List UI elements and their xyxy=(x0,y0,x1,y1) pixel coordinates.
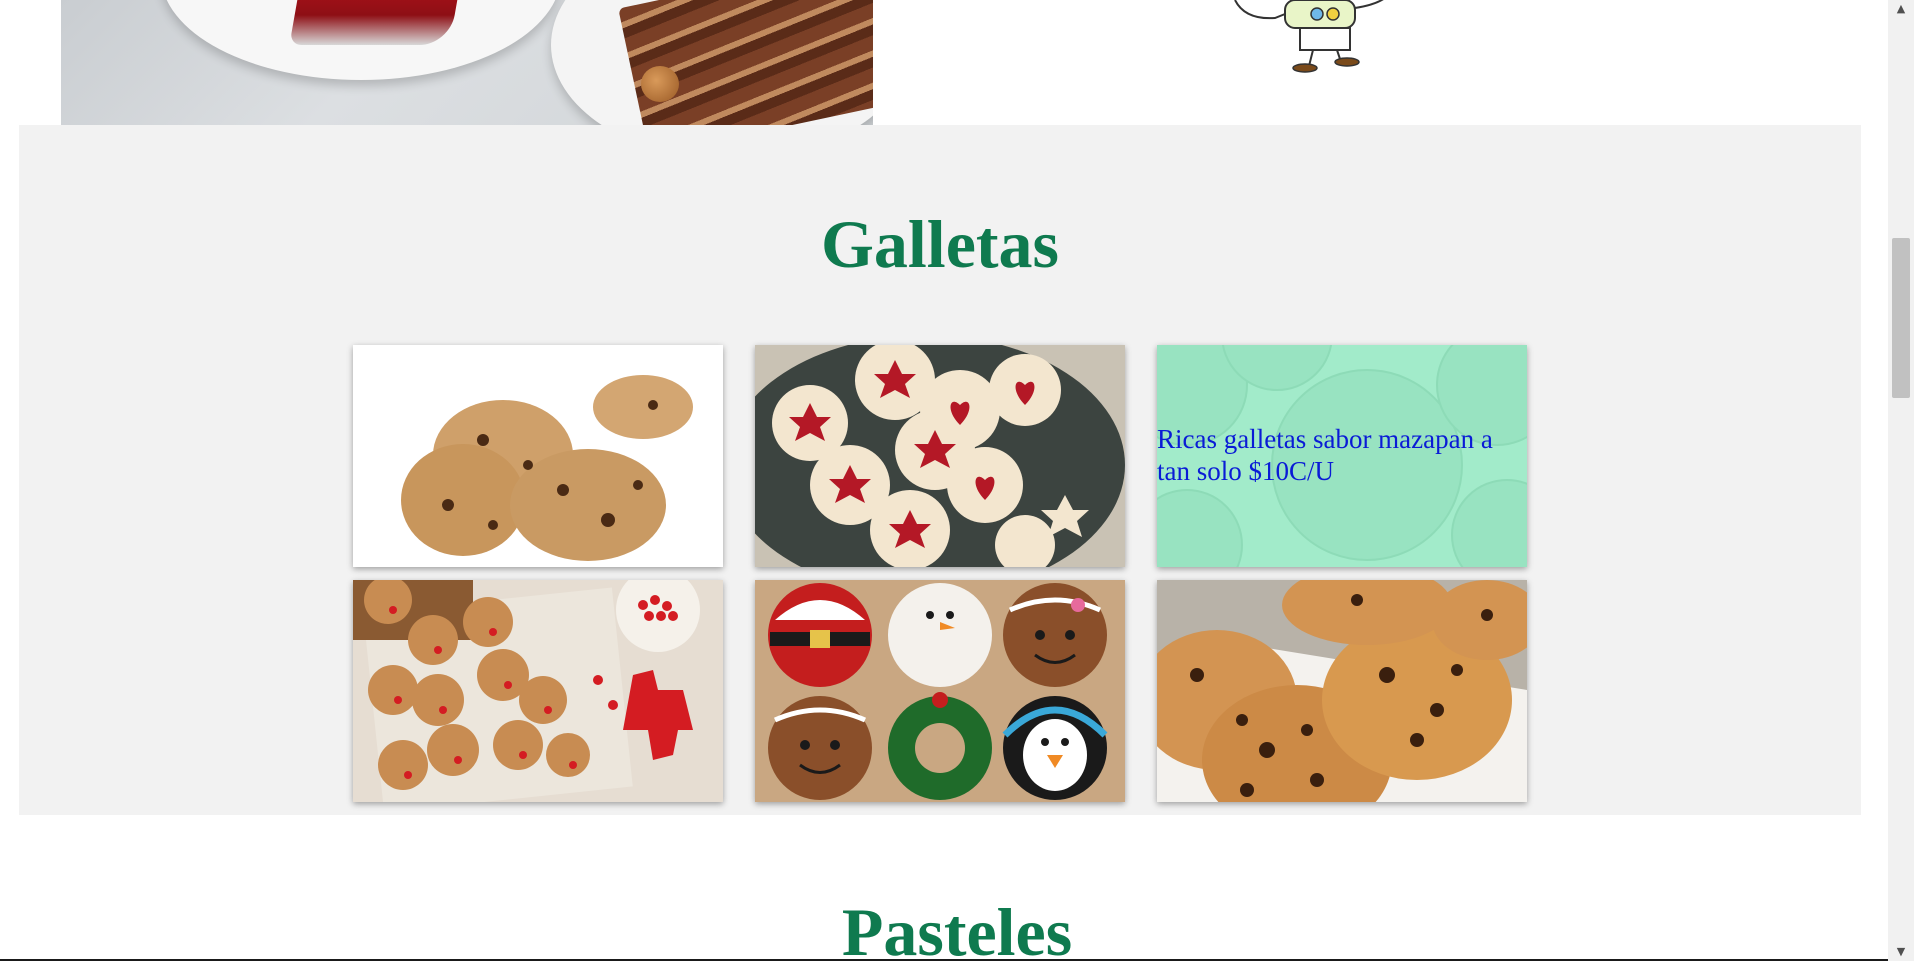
cookie-caption: Ricas galletas sabor mazapan a tan solo … xyxy=(1157,424,1493,486)
gallery-card[interactable] xyxy=(353,580,723,802)
vertical-scrollbar[interactable]: ▲ ▼ xyxy=(1888,0,1914,961)
galletas-section: Galletas Ricas galletas sabor mazapan a … xyxy=(19,125,1861,815)
cookie-image xyxy=(353,345,723,567)
page: Galletas Ricas galletas sabor mazapan a … xyxy=(0,0,1914,961)
cake-slices-photo xyxy=(61,0,873,125)
chef-illustration xyxy=(1234,0,1384,73)
gallery-card[interactable] xyxy=(755,345,1125,567)
cookie-image xyxy=(1157,580,1527,802)
scroll-thumb[interactable] xyxy=(1892,238,1910,398)
gallery-card[interactable] xyxy=(755,580,1125,802)
section-title-galletas: Galletas xyxy=(821,206,1059,282)
scroll-up-arrow-icon[interactable]: ▲ xyxy=(1888,0,1914,18)
cookie-image xyxy=(353,580,723,802)
section-title-pasteles: Pasteles xyxy=(841,894,1073,961)
gallery-card-hover[interactable]: Ricas galletas sabor mazapan a tan solo … xyxy=(1157,345,1527,567)
cookie-image xyxy=(755,580,1125,802)
gallery-card[interactable] xyxy=(1157,580,1527,802)
scroll-down-arrow-icon[interactable]: ▼ xyxy=(1888,943,1914,961)
cookie-image xyxy=(755,345,1125,567)
gallery-card[interactable] xyxy=(353,345,723,567)
